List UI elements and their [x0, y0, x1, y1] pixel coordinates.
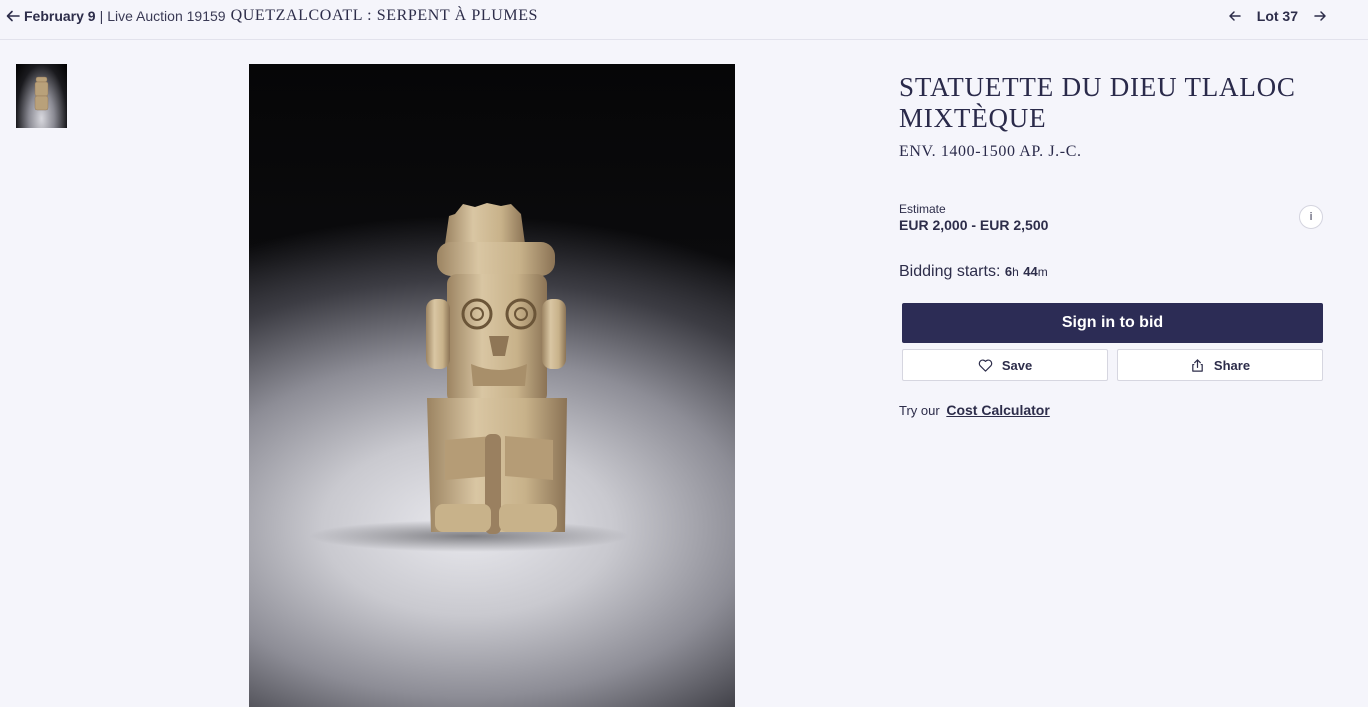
- estimate-label: Estimate: [899, 202, 946, 216]
- lot-title: STATUETTE DU DIEU TLALOC MIXTÈQUE: [899, 72, 1296, 133]
- arrow-left-icon[interactable]: [4, 7, 22, 25]
- countdown-hours-unit: h: [1012, 265, 1019, 279]
- lot-actions: Save Share: [902, 349, 1323, 381]
- bidding-label: Bidding starts:: [899, 263, 1001, 280]
- lot-main-image[interactable]: [249, 64, 735, 707]
- lot-navigation: Lot 37: [1227, 5, 1328, 27]
- countdown-minutes-unit: m: [1037, 265, 1048, 279]
- auction-number-link[interactable]: Live Auction 19159: [107, 8, 225, 24]
- top-bar: February 9 | Live Auction 19159 QUETZALC…: [0, 0, 1368, 40]
- image-thumbnail[interactable]: [16, 64, 67, 128]
- share-icon: [1190, 358, 1205, 373]
- lot-details-panel: STATUETTE DU DIEU TLALOC MIXTÈQUE ENV. 1…: [899, 72, 1323, 418]
- sign-in-to-bid-button[interactable]: Sign in to bid: [902, 303, 1323, 343]
- lot-date: ENV. 1400-1500 AP. J.-C.: [899, 143, 1082, 160]
- calculator-prefix: Try our: [899, 403, 940, 418]
- countdown-minutes: 44: [1023, 264, 1038, 279]
- info-icon[interactable]: i: [1299, 205, 1323, 229]
- next-lot-icon[interactable]: [1312, 8, 1328, 24]
- share-label: Share: [1213, 357, 1251, 373]
- estimate-section: Estimate EUR 2,000 - EUR 2,500 i: [899, 202, 1323, 233]
- auction-title-link[interactable]: QUETZALCOATL : SERPENT À PLUMES: [231, 7, 539, 25]
- auction-date-link[interactable]: February 9: [24, 8, 96, 24]
- breadcrumb: February 9 | Live Auction 19159 QUETZALC…: [4, 5, 538, 27]
- share-button[interactable]: Share: [1117, 349, 1323, 381]
- bidding-countdown: Bidding starts: 6h 44m: [899, 263, 1048, 281]
- save-button[interactable]: Save: [902, 349, 1108, 381]
- estimate-value: EUR 2,000 - EUR 2,500: [899, 217, 1049, 233]
- breadcrumb-separator: |: [99, 8, 104, 24]
- cost-calculator-promo: Try our Cost Calculator: [899, 402, 1050, 418]
- countdown-hours: 6: [1004, 264, 1013, 279]
- cost-calculator-link[interactable]: Cost Calculator: [946, 402, 1049, 418]
- lot-number: Lot 37: [1256, 8, 1298, 24]
- statuette-figure: [426, 203, 567, 534]
- heart-icon: [978, 358, 993, 373]
- save-label: Save: [1001, 357, 1033, 373]
- previous-lot-icon[interactable]: [1227, 8, 1243, 24]
